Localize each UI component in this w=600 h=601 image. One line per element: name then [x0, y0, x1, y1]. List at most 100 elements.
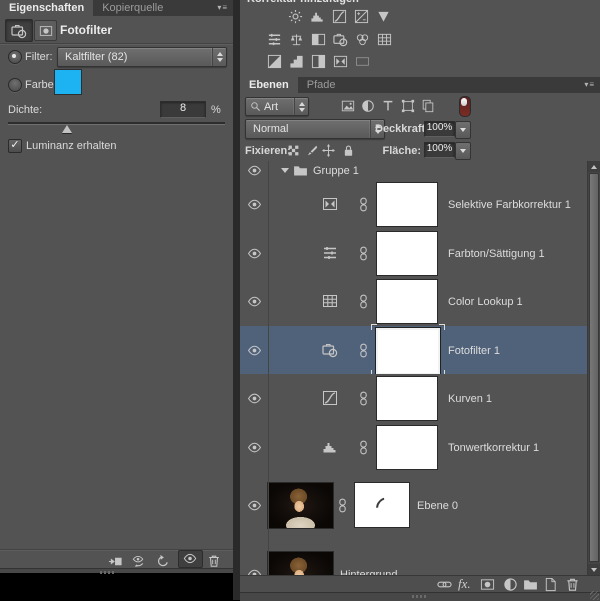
layer-mask-thumbnail[interactable] — [377, 183, 437, 226]
tab-kopierquelle[interactable]: Kopierquelle — [93, 0, 172, 16]
layer-name[interactable]: Selektive Farbkorrektur 1 — [448, 199, 571, 211]
mask-link-icon[interactable] — [359, 246, 368, 261]
layer-name[interactable]: Kurven 1 — [448, 393, 492, 405]
layer-row-adjustment[interactable]: Kurven 1 — [240, 374, 588, 424]
visibility-eye-icon[interactable] — [247, 248, 262, 259]
filter-type-layers-icon[interactable] — [381, 99, 395, 113]
filter-kind-select[interactable]: Art — [245, 97, 309, 116]
lock-all-icon[interactable] — [342, 144, 355, 157]
color-lookup-icon[interactable] — [377, 32, 392, 47]
fill-value-field[interactable]: 100% — [424, 142, 455, 158]
layer-filtering-toggle[interactable] — [459, 96, 471, 117]
visibility-eye-icon[interactable] — [247, 199, 262, 210]
group-expander-icon[interactable] — [281, 168, 289, 173]
layer-row-group[interactable]: Gruppe 1 — [240, 161, 588, 181]
photo-filter-icon[interactable] — [322, 342, 338, 358]
layer-mask-thumbnail-selected[interactable] — [376, 328, 440, 375]
layer-mask-thumbnail[interactable] — [355, 483, 409, 527]
density-value-field[interactable]: 8 — [160, 101, 206, 118]
invert-icon[interactable] — [267, 54, 282, 69]
curves-icon[interactable] — [332, 9, 347, 24]
filter-pixel-layers-icon[interactable] — [341, 99, 355, 113]
mask-link-icon[interactable] — [338, 498, 347, 513]
levels-icon[interactable] — [322, 439, 338, 455]
filter-select[interactable]: Kaltfilter (82) — [57, 47, 227, 67]
visibility-toggle-button[interactable] — [178, 550, 203, 568]
filter-radio[interactable] — [8, 50, 22, 64]
layer-name[interactable]: Color Lookup 1 — [448, 296, 523, 308]
scroll-down-button[interactable] — [588, 564, 600, 575]
new-adjustment-layer-icon[interactable] — [503, 577, 518, 592]
layer-mask-thumbnail[interactable] — [377, 377, 437, 420]
layer-name[interactable]: Farbton/Sättigung 1 — [448, 248, 545, 260]
lock-position-icon[interactable] — [322, 144, 335, 157]
density-slider-thumb[interactable] — [62, 125, 72, 133]
visibility-eye-icon[interactable] — [247, 165, 262, 176]
vibrance-icon[interactable] — [376, 9, 391, 24]
posterize-icon[interactable] — [289, 54, 304, 69]
layer-thumbnail[interactable] — [268, 483, 333, 528]
threshold-icon[interactable] — [311, 54, 326, 69]
photo-filter-icon[interactable] — [333, 32, 348, 47]
filter-shape-layers-icon[interactable] — [401, 99, 415, 113]
hue-saturation-icon[interactable] — [267, 32, 282, 47]
layer-row-adjustment[interactable]: Tonwertkorrektur 1 — [240, 423, 588, 472]
tab-pfade[interactable]: Pfade — [298, 77, 345, 93]
clip-to-layer-icon[interactable] — [108, 554, 123, 569]
delete-layer-icon[interactable] — [565, 577, 580, 592]
panel-menu-icon[interactable]: ▾≡ — [579, 77, 600, 93]
layer-name[interactable]: Tonwertkorrektur 1 — [448, 442, 539, 454]
layer-name[interactable]: Fotofilter 1 — [448, 345, 500, 357]
color-lookup-icon[interactable] — [322, 293, 338, 309]
layer-name[interactable]: Gruppe 1 — [313, 165, 359, 177]
brightness-contrast-icon[interactable] — [288, 9, 303, 24]
panel-divider[interactable] — [233, 0, 240, 600]
mask-link-icon[interactable] — [359, 294, 368, 309]
tab-ebenen[interactable]: Ebenen — [240, 77, 298, 93]
visibility-eye-icon[interactable] — [247, 345, 262, 356]
layer-mask-thumbnail[interactable] — [377, 232, 437, 275]
layer-row-adjustment[interactable]: Farbton/Sättigung 1 — [240, 229, 588, 278]
opacity-dropdown-button[interactable] — [455, 121, 471, 139]
layer-name[interactable]: Ebene 0 — [417, 500, 458, 512]
curves-icon[interactable] — [322, 390, 338, 406]
layer-row-image[interactable]: Ebene 0 — [240, 471, 588, 541]
opacity-value-field[interactable]: 100% — [424, 121, 455, 137]
delete-adjustment-icon[interactable] — [207, 554, 221, 568]
color-balance-icon[interactable] — [289, 32, 304, 47]
channel-mixer-icon[interactable] — [355, 32, 370, 47]
layer-thumbnail[interactable] — [268, 552, 333, 575]
exposure-icon[interactable] — [354, 9, 369, 24]
panel-resize-grip[interactable] — [0, 568, 233, 574]
layer-row-adjustment[interactable]: Color Lookup 1 — [240, 277, 588, 327]
selective-color-icon[interactable] — [333, 54, 348, 69]
view-previous-state-icon[interactable] — [131, 554, 146, 569]
mask-properties-button[interactable] — [34, 20, 57, 41]
layer-mask-thumbnail[interactable] — [377, 426, 437, 469]
scrollbar-thumb[interactable] — [589, 173, 599, 562]
resize-corner-icon[interactable] — [590, 591, 599, 600]
filter-smart-objects-icon[interactable] — [421, 99, 435, 113]
lock-transparency-icon[interactable] — [287, 144, 300, 157]
layer-style-icon[interactable]: fx. — [458, 576, 471, 591]
luminance-checkbox[interactable]: ✓ — [8, 139, 22, 153]
layer-row-background[interactable]: Hintergrund — [240, 540, 588, 575]
add-mask-icon[interactable] — [480, 577, 495, 592]
visibility-eye-icon[interactable] — [247, 442, 262, 453]
tab-eigenschaften[interactable]: Eigenschaften — [0, 0, 94, 16]
fill-dropdown-button[interactable] — [455, 142, 471, 160]
lock-pixels-icon[interactable] — [305, 144, 318, 157]
visibility-eye-icon[interactable] — [247, 296, 262, 307]
visibility-eye-icon[interactable] — [247, 393, 262, 404]
layer-row-adjustment[interactable]: Selektive Farbkorrektur 1 — [240, 180, 588, 230]
density-slider-track[interactable] — [8, 122, 225, 125]
gradient-map-icon[interactable] — [355, 54, 370, 69]
mask-link-icon[interactable] — [359, 343, 368, 358]
panel-menu-icon[interactable]: ▾≡ — [212, 0, 233, 16]
visibility-eye-icon[interactable] — [247, 500, 262, 511]
mask-link-icon[interactable] — [359, 197, 368, 212]
layers-scrollbar[interactable] — [587, 161, 600, 575]
hue-saturation-icon[interactable] — [322, 245, 338, 261]
link-layers-icon[interactable] — [437, 577, 452, 592]
blend-mode-select[interactable]: Normal — [245, 119, 385, 139]
